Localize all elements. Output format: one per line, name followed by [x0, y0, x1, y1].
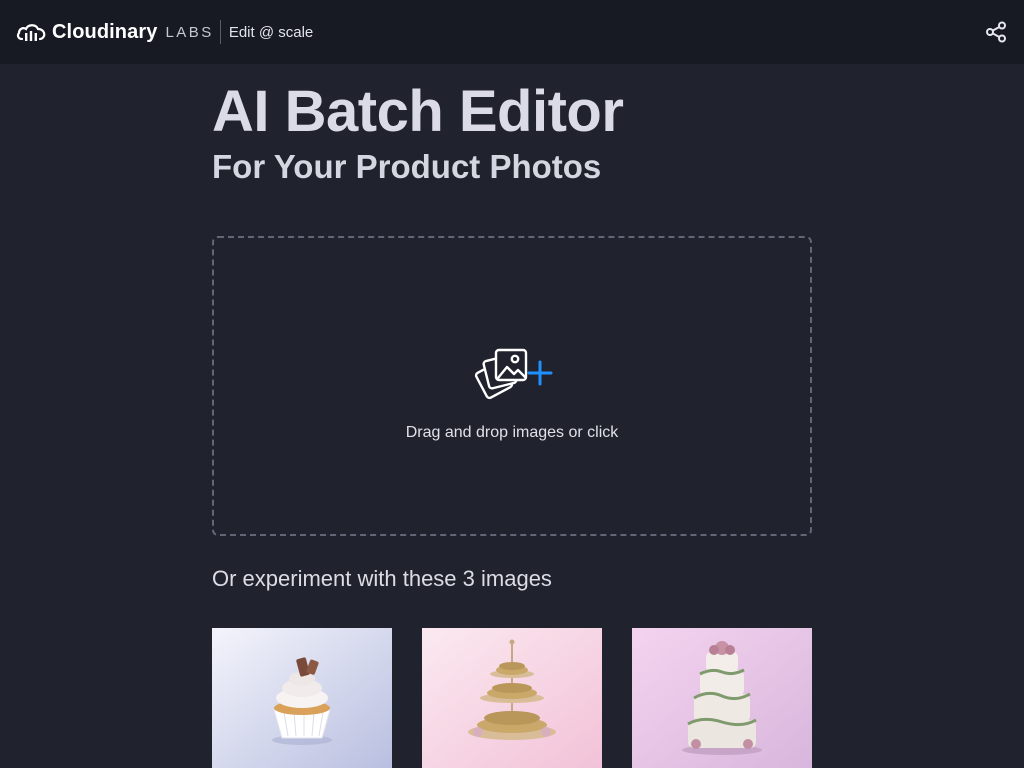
page-title: AI Batch Editor	[212, 79, 624, 144]
image-dropzone[interactable]: Drag and drop images or click	[212, 236, 812, 536]
product-name[interactable]: Edit @ scale	[229, 24, 313, 41]
brand[interactable]: Cloudinary LABS	[16, 21, 214, 44]
brand-labs-label: LABS	[165, 23, 214, 41]
samples-heading: Or experiment with these 3 images	[212, 566, 552, 591]
header-divider	[219, 20, 221, 44]
cupcake-image[interactable]	[212, 628, 392, 768]
add-images-icon	[474, 344, 558, 408]
brand-name: Cloudinary	[52, 20, 158, 43]
top-bar: Cloudinary LABS Edit @ scale	[0, 0, 1024, 64]
dropzone-text: Drag and drop images or click	[405, 424, 619, 441]
cloudinary-logo-icon	[16, 21, 46, 43]
macaron-stand-image[interactable]	[422, 628, 602, 768]
main-content: AI Batch Editor For Your Product Photos …	[212, 64, 812, 768]
page-subtitle: For Your Product Photos	[212, 148, 602, 185]
share-icon[interactable]	[984, 20, 1008, 44]
sample-images	[212, 628, 812, 768]
wedding-cake-image[interactable]	[632, 628, 812, 768]
